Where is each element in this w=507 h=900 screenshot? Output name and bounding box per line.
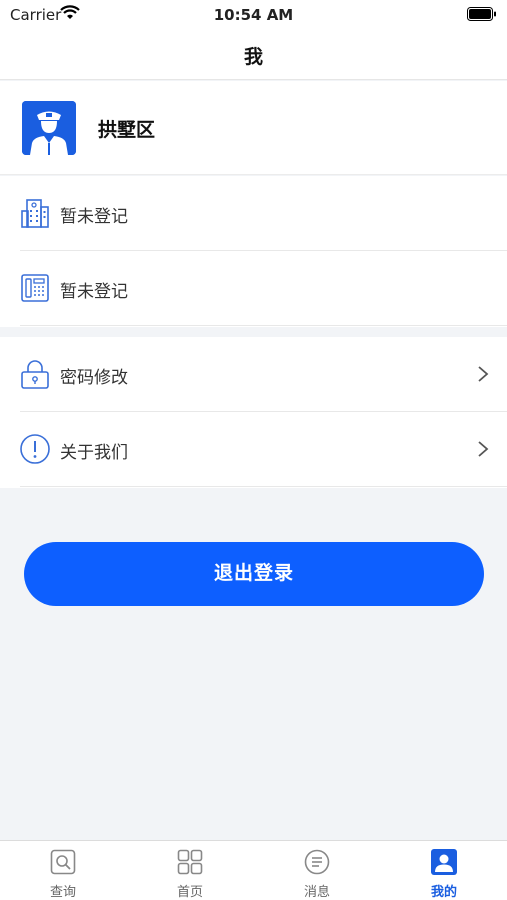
building-icon — [21, 199, 49, 228]
tab-query[interactable]: 查询 — [0, 841, 126, 900]
profile-name: 拱墅区 — [98, 119, 156, 141]
page-title: 我 — [243, 46, 263, 68]
battery-icon — [467, 7, 496, 21]
tab-bar: 查询 首页 消息 我的 — [0, 840, 507, 900]
tab-mine[interactable]: 我的 — [381, 841, 507, 900]
menu-item-label: 密码修改 — [60, 368, 128, 388]
tab-label: 首页 — [176, 885, 203, 900]
info-icon — [20, 434, 50, 464]
divider — [20, 486, 507, 487]
info-row-building: 暂未登记 — [0, 176, 507, 251]
status-bar: Carrier 10:54 AM — [0, 0, 507, 30]
navigation-bar: 我 — [0, 30, 507, 80]
logout-button[interactable]: 退出登录 — [24, 542, 484, 606]
profile-header: 拱墅区 — [0, 81, 507, 175]
telephone-icon — [21, 274, 49, 302]
tab-messages[interactable]: 消息 — [254, 841, 380, 900]
tab-label: 消息 — [303, 885, 330, 900]
menu-item-about-us[interactable]: 关于我们 — [0, 412, 507, 487]
menu-section: 密码修改 关于我们 — [0, 337, 507, 488]
chevron-right-icon — [478, 366, 489, 382]
info-section: 暂未登记 暂未登记 — [0, 176, 507, 327]
clock: 10:54 AM — [213, 6, 294, 24]
info-row-label: 暂未登记 — [60, 282, 128, 302]
tab-home[interactable]: 首页 — [127, 841, 253, 900]
tab-label: 查询 — [49, 885, 76, 900]
message-icon — [304, 849, 330, 875]
search-icon — [50, 849, 76, 875]
chevron-right-icon — [478, 441, 489, 457]
menu-item-change-password[interactable]: 密码修改 — [0, 337, 507, 412]
user-icon — [431, 849, 457, 875]
info-row-phone: 暂未登记 — [0, 251, 507, 326]
menu-item-label: 关于我们 — [60, 443, 128, 463]
avatar — [22, 101, 76, 155]
tab-label: 我的 — [430, 885, 457, 900]
info-row-label: 暂未登记 — [60, 207, 128, 227]
police-officer-icon — [22, 101, 76, 155]
lock-icon — [21, 360, 49, 389]
divider — [20, 325, 507, 326]
grid-icon — [177, 849, 203, 875]
